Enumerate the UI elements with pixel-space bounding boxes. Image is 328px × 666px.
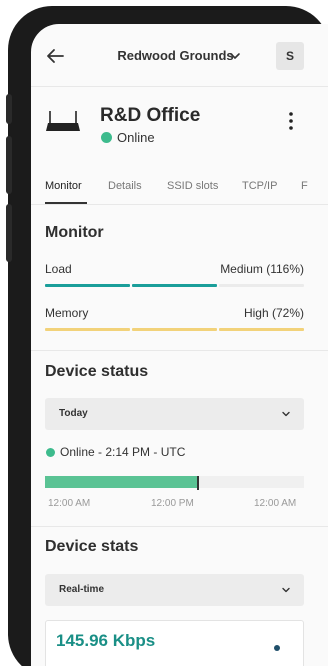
header-divider: [31, 86, 328, 87]
memory-label: Memory: [45, 306, 89, 320]
avatar[interactable]: S: [276, 42, 304, 70]
device-status-text: Online: [117, 130, 155, 145]
load-bar-segment: [132, 284, 217, 287]
tab-monitor[interactable]: Monitor: [45, 180, 82, 192]
load-bar-segment: [45, 284, 130, 287]
load-bar-segment: [219, 284, 304, 287]
volume-up-button: [6, 136, 12, 194]
device-name: R&D Office: [100, 105, 201, 126]
site-name: Redwood Grounds: [117, 48, 234, 63]
app-screen: Redwood Grounds S R&D Office Online Moni…: [31, 24, 328, 666]
more-options-icon[interactable]: [283, 110, 299, 132]
chevron-down-icon: [282, 411, 290, 417]
tab-tcp-ip[interactable]: TCP/IP: [242, 180, 277, 192]
online-status-dot: [46, 448, 55, 457]
throughput-card: 145.96 Kbps: [45, 620, 304, 666]
tab-details[interactable]: Details: [108, 180, 142, 192]
memory-bar-segment: [219, 328, 304, 331]
chart-point: [274, 645, 280, 651]
timeline-now-marker: [196, 476, 199, 490]
tab-ssid-slots[interactable]: SSID slots: [167, 180, 218, 192]
section-divider: [31, 350, 328, 351]
online-since-text: Online - 2:14 PM - UTC: [60, 445, 186, 459]
tab-bar: Monitor Details SSID slots TCP/IP F: [45, 180, 328, 210]
status-range-value: Today: [59, 408, 88, 419]
section-divider: [31, 526, 328, 527]
memory-bar-segment: [132, 328, 217, 331]
timeline-tick: 12:00 PM: [151, 498, 194, 509]
chevron-down-icon[interactable]: [229, 50, 241, 62]
load-label: Load: [45, 262, 72, 276]
router-icon: [46, 111, 80, 131]
mute-switch: [6, 94, 12, 124]
load-value: Medium (116%): [220, 262, 304, 276]
top-bar: Redwood Grounds S: [31, 36, 328, 78]
status-range-select[interactable]: Today: [45, 398, 304, 430]
timeline-tick: 12:00 AM: [254, 498, 297, 509]
device-status-title: Device status: [45, 363, 149, 380]
memory-value: High (72%): [243, 306, 304, 320]
load-bar: [45, 284, 304, 287]
stats-range-value: Real-time: [59, 584, 105, 595]
chevron-down-icon: [282, 587, 290, 593]
memory-bar-segment: [45, 328, 130, 331]
memory-bar: [45, 328, 304, 331]
timeline-tick: 12:00 AM: [48, 498, 91, 509]
stats-range-select[interactable]: Real-time: [45, 574, 304, 606]
status-timeline: [45, 476, 304, 490]
volume-down-button: [6, 204, 12, 262]
online-status-dot: [101, 132, 112, 143]
tab-overflow[interactable]: F: [301, 180, 308, 192]
monitor-section-title: Monitor: [45, 224, 104, 241]
timeline-online-fill: [45, 476, 198, 488]
device-stats-title: Device stats: [45, 538, 139, 555]
throughput-value: 145.96 Kbps: [56, 631, 156, 650]
tabs-divider: [31, 204, 328, 205]
